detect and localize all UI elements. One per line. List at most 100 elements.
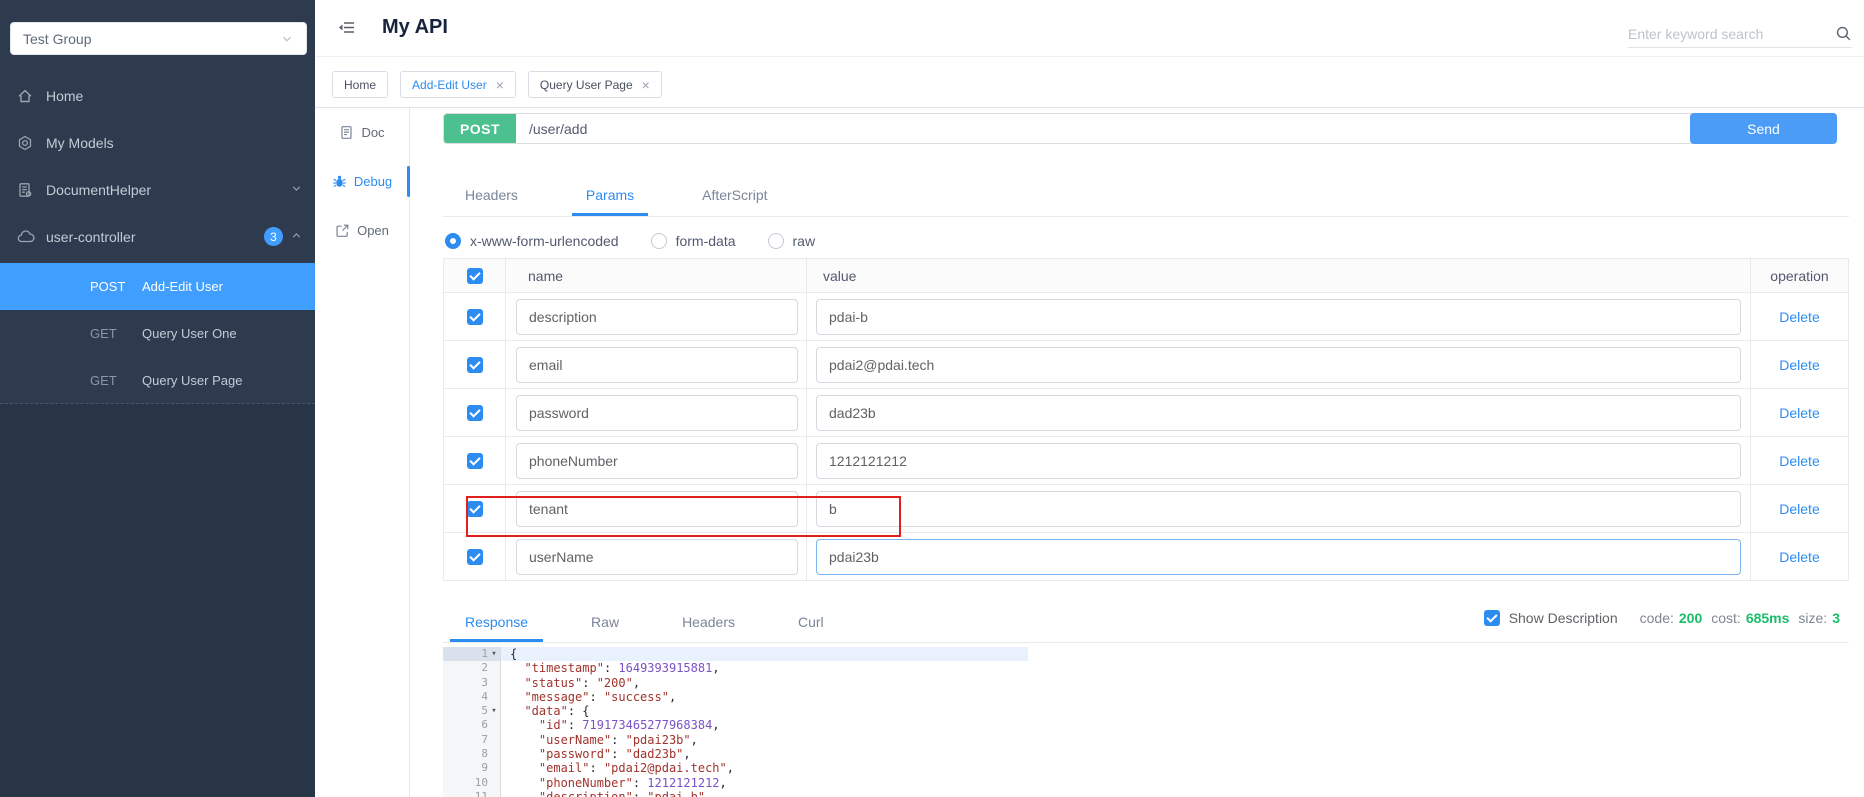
main-panel: POST /user/add Send Headers Params AfterSc…	[410, 108, 1864, 797]
sidebar-api-item[interactable]: GET Query User One	[0, 310, 315, 357]
column-header-operation: operation	[1751, 259, 1848, 292]
fold-icon[interactable]: ▾	[488, 704, 500, 718]
sidebar-collapse-icon[interactable]	[335, 18, 357, 37]
row-checkbox[interactable]	[467, 453, 483, 469]
param-value-input[interactable]	[816, 539, 1741, 575]
column-header-name: name	[506, 259, 807, 292]
line-number: 2	[481, 661, 488, 675]
response-tab[interactable]: Raw	[576, 614, 634, 642]
delete-link[interactable]: Delete	[1779, 309, 1819, 325]
delete-link[interactable]: Delete	[1779, 549, 1819, 565]
param-name-input[interactable]	[516, 395, 798, 431]
search-icon[interactable]	[1835, 25, 1852, 42]
sidebar-api-item[interactable]: GET Query User Page	[0, 357, 315, 404]
sidebar-api-item[interactable]: POST Add-Edit User	[0, 263, 315, 310]
topbar: My API	[315, 0, 1864, 57]
delete-link[interactable]: Delete	[1779, 453, 1819, 469]
radio-icon	[768, 233, 784, 249]
body-type-radio[interactable]: x-www-form-urlencoded	[445, 233, 619, 249]
fold-icon[interactable]: ▾	[488, 647, 500, 661]
row-checkbox[interactable]	[467, 357, 483, 373]
sidebar-item[interactable]: DocumentHelper	[0, 166, 315, 213]
request-url-input[interactable]: /user/add	[516, 114, 1836, 143]
close-icon[interactable]	[496, 78, 504, 92]
bug-icon	[332, 174, 347, 189]
route-tab[interactable]: Add-Edit User	[400, 71, 516, 98]
meta-value: 3	[1832, 610, 1840, 626]
line-number: 10	[475, 776, 488, 790]
doc-nav-item[interactable]: Doc	[315, 108, 409, 157]
param-row: Delete	[444, 341, 1848, 389]
response-tab[interactable]: Headers	[667, 614, 750, 642]
doc-nav-item[interactable]: Debug	[315, 157, 409, 206]
show-description-checkbox[interactable]	[1484, 610, 1500, 626]
code-line: 1▾ {	[443, 647, 1028, 661]
group-select[interactable]: Test Group	[10, 22, 307, 55]
page-title: My API	[382, 16, 448, 39]
param-name-input[interactable]	[516, 443, 798, 479]
param-name-input[interactable]	[516, 539, 798, 575]
chevron-down-icon	[280, 32, 294, 46]
line-number: 4	[481, 690, 488, 704]
sidebar-item[interactable]: Home	[0, 72, 315, 119]
code-line: 10 "phoneNumber": 1212121212,	[443, 776, 1028, 790]
app-screen: Test Group Home My Models DocumentHelper…	[0, 0, 1864, 797]
meta-label: cost:	[1711, 610, 1741, 626]
search-box	[1628, 20, 1852, 48]
meta-value: 200	[1679, 610, 1702, 626]
home-icon	[17, 88, 37, 104]
row-checkbox[interactable]	[467, 501, 483, 517]
show-description-label: Show Description	[1509, 610, 1618, 626]
row-checkbox[interactable]	[467, 309, 483, 325]
body-type-radio[interactable]: raw	[768, 233, 816, 249]
param-name-input[interactable]	[516, 491, 798, 527]
radio-icon	[445, 233, 461, 249]
response-tab[interactable]: Response	[450, 614, 543, 642]
request-tab[interactable]: Params	[572, 187, 648, 216]
route-tab[interactable]: Home	[332, 71, 388, 98]
request-bar: POST /user/add Send	[443, 113, 1837, 144]
row-checkbox[interactable]	[467, 405, 483, 421]
response-json-editor[interactable]: 1▾ { 2 "timestamp": 1649393915881, 3 "st…	[443, 647, 1028, 797]
param-value-input[interactable]	[816, 491, 1741, 527]
param-name-input[interactable]	[516, 299, 798, 335]
delete-link[interactable]: Delete	[1779, 405, 1819, 421]
meta-label: size:	[1798, 610, 1827, 626]
search-input[interactable]	[1628, 26, 1835, 42]
param-value-input[interactable]	[816, 395, 1741, 431]
response-tab[interactable]: Curl	[783, 614, 839, 642]
close-icon[interactable]	[642, 78, 650, 92]
column-header-value: value	[807, 259, 1751, 292]
param-row: Delete	[444, 389, 1848, 437]
request-tab[interactable]: Headers	[451, 187, 532, 216]
param-value-input[interactable]	[816, 443, 1741, 479]
tags-bar: Home Add-Edit User Query User Page	[315, 57, 1864, 108]
row-checkbox[interactable]	[467, 549, 483, 565]
param-name-input[interactable]	[516, 347, 798, 383]
sidebar-item[interactable]: user-controller 3	[0, 213, 315, 260]
route-tab[interactable]: Query User Page	[528, 71, 662, 98]
sidebar-item[interactable]: My Models	[0, 119, 315, 166]
delete-link[interactable]: Delete	[1779, 501, 1819, 517]
open-icon	[335, 223, 350, 238]
doc-nav-item[interactable]: Open	[315, 206, 409, 255]
delete-link[interactable]: Delete	[1779, 357, 1819, 373]
request-tabs: Headers Params AfterScript	[443, 165, 1849, 217]
code-line: 11 "description": "pdai-b",	[443, 790, 1028, 797]
code-line: 6 "id": 719173465277968384,	[443, 718, 1028, 732]
param-value-input[interactable]	[816, 299, 1741, 335]
param-row: Delete	[444, 533, 1848, 581]
select-all-checkbox[interactable]	[467, 268, 483, 284]
body-type-radio[interactable]: form-data	[651, 233, 736, 249]
code-line: 4 "message": "success",	[443, 690, 1028, 704]
document-icon	[17, 182, 37, 198]
param-value-input[interactable]	[816, 347, 1741, 383]
code-line: 7 "userName": "pdai23b",	[443, 733, 1028, 747]
request-method-badge: POST	[444, 114, 516, 143]
chevron-down-icon	[290, 182, 303, 195]
line-number: 11	[475, 790, 488, 797]
param-row: Delete	[444, 485, 1848, 533]
request-tab[interactable]: AfterScript	[688, 187, 781, 216]
send-button[interactable]: Send	[1690, 113, 1837, 144]
line-number: 1	[481, 647, 488, 661]
